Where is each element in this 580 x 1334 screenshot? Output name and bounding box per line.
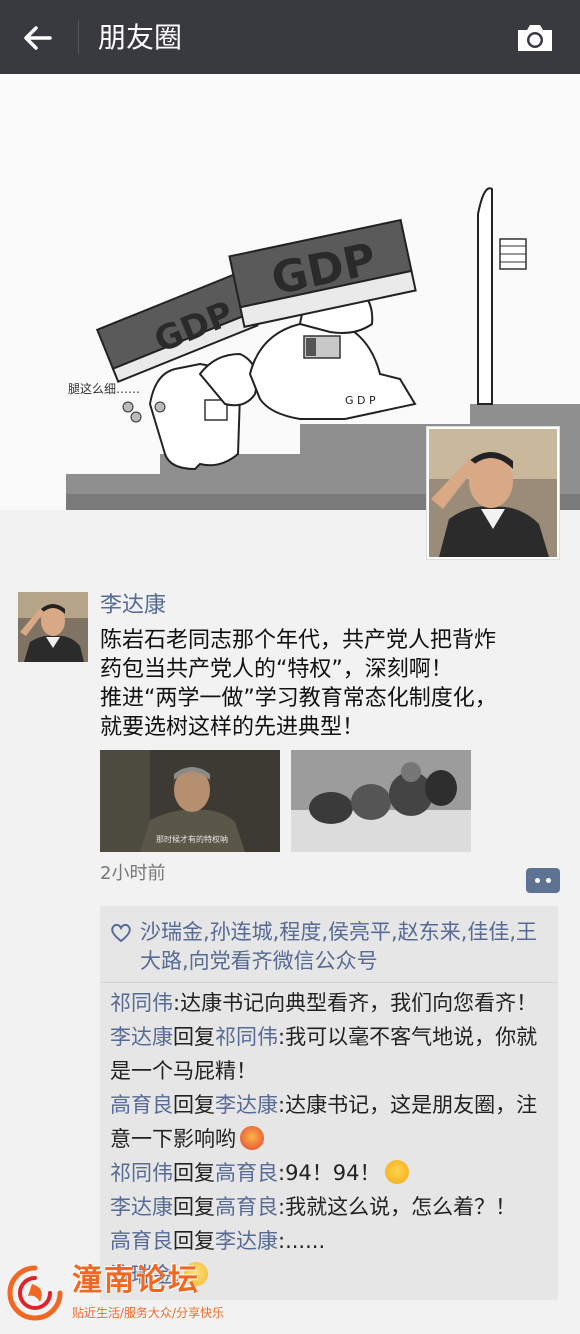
commenter-name[interactable]: 祁同伟 [110,1161,173,1185]
reply-word: 回复 [173,1195,215,1219]
reply-word: 回复 [173,1025,215,1049]
reply-word: 回复 [173,1229,215,1253]
reply-word: 回复 [173,1161,215,1185]
reply-target-name[interactable]: 祁同伟 [215,1025,278,1049]
dot-icon [546,878,551,883]
comment-text: :94！94！ [278,1161,381,1185]
reply-target-name[interactable]: 高育良 [215,1161,278,1185]
reply-target-name[interactable]: 李达康 [215,1093,278,1117]
commenter-name[interactable]: 高育良 [110,1229,173,1253]
comment-item[interactable]: 高育良回复李达康:达康书记，这是朋友圈，注意一下影响哟 [110,1088,554,1156]
comment-text: :...... [278,1229,326,1253]
header-divider [78,20,79,54]
comment-text: :达康书记向典型看齐，我们向您看齐！ [173,991,538,1015]
comments-panel: 沙瑞金,孙连城,程度,侯亮平,赵东来,佳佳,王大路,向党看齐微信公众号 祁同伟:… [100,906,558,1300]
comment-item[interactable]: 高育良回复李达康:...... [110,1224,554,1258]
reply-target-name[interactable]: 李达康 [215,1229,278,1253]
comment-text: :我就这么说，怎么着？！ [278,1195,517,1219]
likes-divider [100,982,558,983]
page-title: 朋友圈 [98,21,183,54]
post-photo-1[interactable]: 那时候才有的特权呐 [100,750,280,852]
flushed-emoji-icon [240,1126,264,1150]
comment-item[interactable]: 李达康回复高育良:我就这么说，怎么着？！ [110,1190,554,1224]
comment-like-button[interactable] [526,868,560,893]
dot-icon [535,878,540,883]
comment-item[interactable]: 祁同伟回复高育良:94！94！ [110,1156,554,1190]
comment-item[interactable]: 祁同伟:达康书记向典型看齐，我们向您看齐！ [110,986,554,1020]
post-timestamp: 2小时前 [100,863,166,884]
cover-label: 腿这么细…… [68,382,141,396]
likers-list[interactable]: 沙瑞金,孙连城,程度,侯亮平,赵东来,佳佳,王大路,向党看齐微信公众号 [110,918,550,976]
top-bar: 朋友圈 [0,0,580,74]
post-text-line: 就要选树这样的先进典型！ [100,715,365,740]
camera-icon[interactable] [514,18,556,58]
likes-row: 沙瑞金,孙连城,程度,侯亮平,赵东来,佳佳,王大路,向党看齐微信公众号 [110,918,550,976]
crying-laughing-emoji-icon [384,1160,409,1184]
reply-target-name[interactable]: 高育良 [215,1195,278,1219]
back-arrow-icon[interactable] [18,18,58,58]
avatar-photo [429,429,557,557]
avatar-photo [18,592,88,662]
forum-watermark: 潼南论坛 贴近生活/服务大众/分享快乐 [6,1262,246,1328]
heart-outline-icon [111,923,131,943]
post-text: 陈岩石老同志那个年代，共产党人把背炸 药包当共产党人的“特权”，深刻啊！ 推进“… [100,626,550,742]
forum-logo-icon [7,1265,63,1321]
watermark-subtitle: 贴近生活/服务大众/分享快乐 [72,1306,225,1320]
comment-item[interactable]: 李达康回复祁同伟:我可以毫不客气地说，你就是一个马屁精！ [110,1020,554,1088]
post-text-line: 陈岩石老同志那个年代，共产党人把背炸 [100,628,497,653]
photo-soldiers [291,750,471,852]
post-author-name[interactable]: 李达康 [100,592,166,620]
commenter-name[interactable]: 李达康 [110,1025,173,1049]
reply-word: 回复 [173,1093,215,1117]
watermark-title: 潼南论坛 [72,1263,200,1298]
commenter-name[interactable]: 祁同伟 [110,991,173,1015]
commenter-name[interactable]: 李达康 [110,1195,173,1219]
commenter-name[interactable]: 高育良 [110,1093,173,1117]
post-author-avatar[interactable] [18,592,88,662]
post-text-line: 药包当共产党人的“特权”，深刻啊！ [100,657,453,682]
post-photo-2[interactable] [291,750,471,852]
comment-list: 祁同伟:达康书记向典型看齐，我们向您看齐！ 李达康回复祁同伟:我可以毫不客气地说… [110,986,554,1292]
svg-text:G D P: G D P [345,394,376,407]
my-avatar[interactable] [426,426,560,560]
photo-caption: 那时候才有的特权呐 [156,835,228,844]
post-text-line: 推进“两学一做”学习教育常态化制度化， [100,686,497,711]
